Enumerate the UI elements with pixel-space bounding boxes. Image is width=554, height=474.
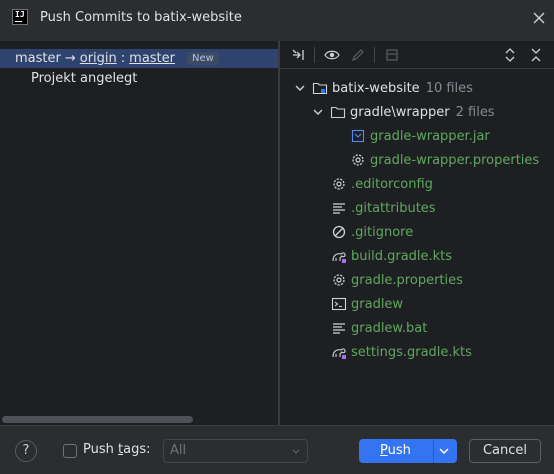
chevron-down-icon[interactable] xyxy=(312,106,324,118)
changes-toolbar xyxy=(280,41,554,69)
help-button[interactable]: ? xyxy=(15,440,37,462)
close-icon[interactable] xyxy=(532,11,546,25)
edit-icon[interactable] xyxy=(350,47,366,63)
local-branch: master xyxy=(15,51,61,66)
diff-icon[interactable] xyxy=(290,47,306,63)
tree-file[interactable]: build.gradle.kts xyxy=(331,244,452,268)
file-count: 2 files xyxy=(455,104,495,120)
remote-link[interactable]: origin xyxy=(80,51,117,66)
tree-file[interactable]: gradle.properties xyxy=(331,268,463,292)
shelf-icon[interactable] xyxy=(384,47,400,63)
tree-folder-label: gradle\wrapper xyxy=(350,104,450,120)
chevron-down-icon xyxy=(292,449,300,454)
cancel-button[interactable]: Cancel xyxy=(469,439,541,463)
tags-dropdown[interactable]: All xyxy=(163,439,308,463)
branch-separator: : xyxy=(120,51,126,66)
file-name: settings.gradle.kts xyxy=(351,344,472,360)
branch-row[interactable]: master → origin : master New xyxy=(0,49,278,68)
terminal-icon xyxy=(331,296,347,312)
jar-icon xyxy=(350,128,366,144)
chevron-down-icon[interactable] xyxy=(437,446,451,456)
tree-file[interactable]: gradlew xyxy=(331,292,403,316)
dialog-title: Push Commits to batix-website xyxy=(40,10,242,25)
push-mnemonic: P xyxy=(380,443,388,458)
title-bar: IJ Push Commits to batix-website xyxy=(0,0,554,38)
collapse-all-icon[interactable] xyxy=(528,47,544,63)
text-lines-icon xyxy=(331,320,347,336)
tree-file[interactable]: .gitattributes xyxy=(331,196,436,220)
eye-icon[interactable] xyxy=(324,47,340,63)
remote-branch-link[interactable]: master xyxy=(129,51,175,66)
tree-file[interactable]: gradle-wrapper.jar xyxy=(350,124,490,148)
file-name: gradlew.bat xyxy=(351,320,428,336)
push-tags-checkbox[interactable] xyxy=(63,444,77,458)
gradle-icon xyxy=(331,248,347,264)
file-count: 10 files xyxy=(425,80,473,96)
gear-icon xyxy=(350,152,366,168)
file-name: gradle-wrapper.properties xyxy=(370,152,540,168)
intellij-logo-icon: IJ xyxy=(12,9,28,25)
gear-icon xyxy=(331,272,347,288)
commit-item[interactable]: Projekt angelegt xyxy=(31,69,137,88)
commits-pane[interactable]: master → origin : master New Projekt ang… xyxy=(0,41,278,425)
ignore-icon xyxy=(331,224,347,240)
push-button[interactable]: Push xyxy=(359,439,457,463)
toolbar-separator xyxy=(374,47,375,63)
tree-file[interactable]: .editorconfig xyxy=(331,172,433,196)
file-name: gradle-wrapper.jar xyxy=(370,128,490,144)
expand-all-icon[interactable] xyxy=(502,47,518,63)
tree-file[interactable]: gradle-wrapper.properties xyxy=(350,148,539,172)
horizontal-scrollbar[interactable] xyxy=(2,416,193,423)
file-name: build.gradle.kts xyxy=(351,248,453,264)
changes-pane[interactable]: batix-website 10 files gradle\wrapper 2 … xyxy=(280,41,554,425)
chevron-down-icon[interactable] xyxy=(294,82,306,94)
file-name: .editorconfig xyxy=(351,176,433,192)
push-label-text: ush xyxy=(387,443,411,458)
tree-root-label: batix-website xyxy=(332,80,420,96)
dialog-footer: ? Push tags: All Push Cancel xyxy=(0,425,554,474)
tree-file[interactable]: .gitignore xyxy=(331,220,413,244)
folder-icon xyxy=(330,104,346,120)
push-tags-label-text: ags: xyxy=(123,442,151,457)
module-folder-icon xyxy=(312,80,328,96)
tree-file[interactable]: settings.gradle.kts xyxy=(331,340,472,364)
gradle-icon xyxy=(331,344,347,360)
file-name: gradlew xyxy=(351,296,404,312)
arrow-right-icon: → xyxy=(64,51,76,66)
tree-folder[interactable]: gradle\wrapper 2 files xyxy=(312,100,495,124)
file-name: .gitattributes xyxy=(351,200,436,216)
file-name: gradle.properties xyxy=(351,272,463,288)
tree-file[interactable]: gradlew.bat xyxy=(331,316,427,340)
text-lines-icon xyxy=(331,200,347,216)
push-button-label[interactable]: Push xyxy=(359,439,432,463)
file-name: .gitignore xyxy=(351,224,414,240)
push-tags-label[interactable]: Push tags: xyxy=(83,442,150,457)
tags-dropdown-value: All xyxy=(170,443,187,458)
tree-root[interactable]: batix-website 10 files xyxy=(294,76,473,100)
new-badge: New xyxy=(187,52,219,65)
gear-icon xyxy=(331,176,347,192)
toolbar-separator xyxy=(314,47,315,63)
split-separator xyxy=(433,439,434,463)
push-tags-label-text: Push xyxy=(83,442,118,457)
